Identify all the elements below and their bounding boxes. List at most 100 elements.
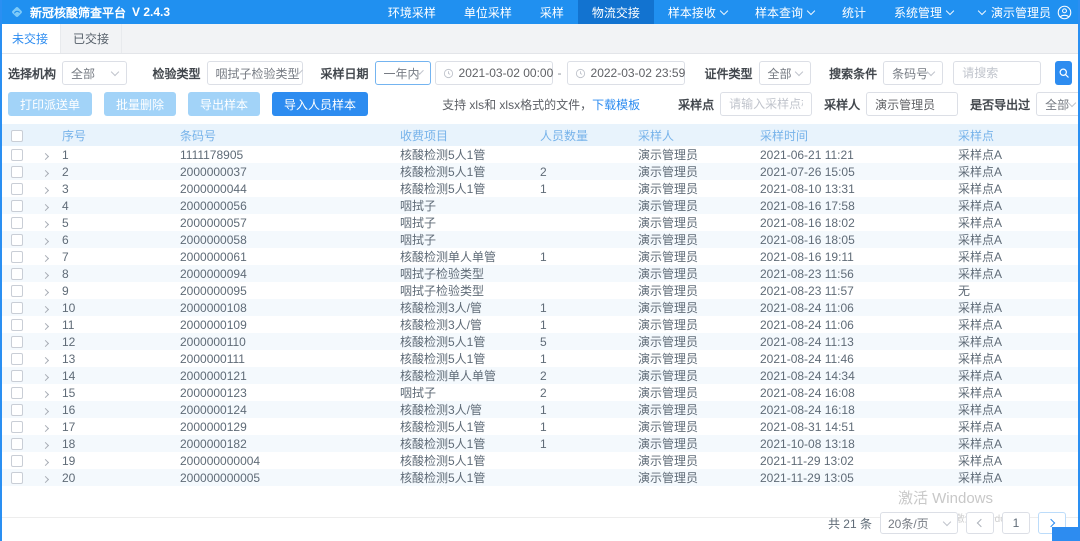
row-checkbox[interactable] — [11, 455, 23, 468]
search-icon — [1058, 67, 1070, 79]
nav-item-label: 物流交接 — [591, 5, 640, 20]
row-checkbox[interactable] — [11, 251, 23, 264]
nav-item[interactable]: 环境采样 — [374, 0, 450, 24]
row-checkbox[interactable] — [11, 217, 23, 230]
row-checkbox[interactable] — [11, 166, 23, 179]
test-type-filter-label: 检验类型 — [152, 66, 201, 81]
date-preset-value: 一年内 — [383, 66, 420, 81]
row-checkbox[interactable] — [11, 319, 23, 332]
table-row: 20 200000000005 核酸检测5人1管 演示管理员 2021-11-29 13… — [0, 469, 1080, 486]
cell-site: 无 — [958, 284, 971, 298]
search-input[interactable] — [953, 61, 1042, 85]
download-template-link[interactable]: 下载模板 — [592, 96, 640, 113]
export-samples-button[interactable]: 导出样本 — [188, 92, 261, 116]
cell-index: 12 — [62, 334, 76, 349]
row-checkbox[interactable] — [11, 370, 23, 383]
row-checkbox[interactable] — [11, 302, 23, 315]
nav-item[interactable]: 物流交接 — [577, 0, 654, 24]
date-start-input[interactable]: 2021-03-02 00:00 — [434, 61, 553, 85]
expand-row-icon[interactable] — [41, 169, 50, 177]
expand-row-icon[interactable] — [41, 407, 50, 415]
tab-item[interactable]: 已交接 — [61, 24, 123, 53]
cell-item: 核酸检测5人1管 — [400, 182, 486, 196]
org-select[interactable]: 全部 — [62, 61, 127, 85]
site-search-input[interactable] — [720, 92, 813, 116]
row-checkbox[interactable] — [11, 234, 23, 247]
search-button[interactable] — [1055, 61, 1072, 85]
row-checkbox[interactable] — [11, 336, 23, 349]
nav-item[interactable]: 单位采样 — [450, 0, 526, 24]
app-logo-icon — [10, 5, 24, 19]
row-checkbox[interactable] — [11, 200, 23, 213]
pagination: 共 21 条 20条/页 1 — [828, 512, 1066, 534]
cell-site: 采样点A — [958, 148, 1003, 162]
expand-row-icon[interactable] — [41, 339, 50, 347]
row-checkbox[interactable] — [11, 268, 23, 281]
expand-row-icon[interactable] — [41, 390, 50, 398]
row-checkbox[interactable] — [11, 353, 23, 366]
expand-row-icon[interactable] — [41, 220, 50, 228]
clock-icon — [443, 68, 454, 79]
row-checkbox[interactable] — [11, 421, 23, 434]
expand-row-icon[interactable] — [41, 152, 50, 160]
expand-row-icon[interactable] — [41, 373, 50, 381]
search-condition-label: 搜索条件 — [829, 66, 878, 81]
expand-row-icon[interactable] — [41, 186, 50, 194]
expand-row-icon[interactable] — [41, 458, 50, 466]
expand-row-icon[interactable] — [41, 305, 50, 313]
cell-time: 2021-11-29 13:02 — [760, 453, 854, 468]
row-checkbox[interactable] — [11, 438, 23, 451]
nav-item[interactable]: 统计 — [828, 0, 880, 24]
date-end-input[interactable]: 2022-03-02 23:59 — [566, 61, 685, 85]
cell-index: 8 — [62, 266, 69, 281]
print-dispatch-button[interactable]: 打印派送单 — [8, 92, 93, 116]
expand-row-icon[interactable] — [41, 356, 50, 364]
row-checkbox[interactable] — [11, 149, 23, 162]
page-size-select[interactable]: 20条/页 — [880, 512, 958, 534]
expand-row-icon[interactable] — [41, 237, 50, 245]
nav-item[interactable]: 系统管理 — [880, 0, 967, 24]
table-row: 10 2000000108 核酸检测3人/管 1 演示管理员 2021-08-24 11:… — [0, 299, 1080, 316]
batch-delete-button[interactable]: 批量删除 — [104, 92, 177, 116]
expand-row-icon[interactable] — [41, 322, 50, 330]
row-checkbox[interactable] — [11, 387, 23, 400]
tab-item[interactable]: 未交接 — [0, 24, 62, 53]
cell-barcode: 2000000108 — [180, 300, 247, 315]
expand-row-icon[interactable] — [41, 203, 50, 211]
expand-row-icon[interactable] — [41, 254, 50, 262]
user-avatar-icon — [1057, 5, 1072, 20]
cell-people: 1 — [540, 351, 547, 366]
prev-page-button[interactable] — [966, 512, 994, 534]
cell-sampler: 演示管理员 — [638, 148, 699, 162]
expand-row-icon[interactable] — [41, 288, 50, 296]
current-page-button[interactable]: 1 — [1002, 512, 1030, 534]
exported-select[interactable]: 全部 — [1036, 92, 1080, 116]
row-checkbox[interactable] — [11, 472, 23, 485]
nav-item[interactable]: 采样 — [526, 0, 578, 24]
scroll-corner-button[interactable] — [1052, 527, 1080, 541]
search-field-select[interactable]: 条码号 — [883, 61, 944, 85]
test-type-select[interactable]: 咽拭子检验类型 — [206, 61, 303, 85]
date-preset-select[interactable]: 一年内 — [374, 61, 431, 85]
cert-type-select[interactable]: 全部 — [758, 61, 812, 85]
table-row: 9 2000000095 咽拭子检验类型 演示管理员 2021-08-23 11:57 无 — [0, 282, 1080, 299]
row-checkbox[interactable] — [11, 183, 23, 196]
cell-time: 2021-08-16 19:11 — [760, 249, 854, 264]
user-menu[interactable]: 演示管理员 — [967, 0, 1080, 24]
expand-row-icon[interactable] — [41, 424, 50, 432]
cell-barcode: 2000000044 — [180, 181, 247, 196]
sampler-input[interactable] — [866, 92, 959, 116]
import-samples-button[interactable]: 导入人员样本 — [272, 92, 369, 116]
toolbar-row: 打印派送单 批量删除 导出样本 导入人员样本 支持 xls和 xlsx格式的文件… — [0, 89, 1080, 123]
filter-row: 选择机构 全部 检验类型 咽拭子检验类型 采样日期 一年内 2021-03-02… — [0, 54, 1080, 89]
expand-row-icon[interactable] — [41, 475, 50, 483]
row-checkbox[interactable] — [11, 404, 23, 417]
cell-item: 核酸检测5人1管 — [400, 437, 486, 451]
expand-row-icon[interactable] — [41, 441, 50, 449]
select-all-checkbox[interactable] — [11, 129, 23, 142]
nav-item-label: 样本查询 — [754, 5, 803, 20]
nav-item[interactable]: 样本查询 — [741, 0, 828, 24]
row-checkbox[interactable] — [11, 285, 23, 298]
nav-item[interactable]: 样本接收 — [654, 0, 741, 24]
expand-row-icon[interactable] — [41, 271, 50, 279]
